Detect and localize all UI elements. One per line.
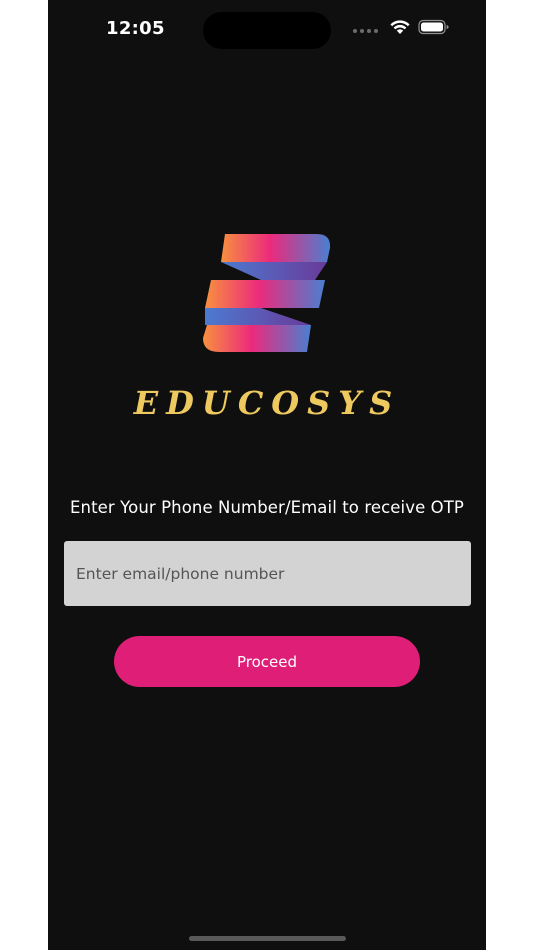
- email-phone-input[interactable]: [64, 541, 471, 606]
- signal-dots-icon: [353, 29, 378, 33]
- brand-name: EDUCOSYS: [133, 384, 401, 422]
- phone-screen: 12:05 EDUCOSYS Enter Your Phone Number/E…: [48, 0, 486, 950]
- battery-icon: [418, 19, 449, 35]
- home-indicator[interactable]: [189, 936, 346, 941]
- educosys-logo-icon: [203, 234, 331, 352]
- wifi-icon: [390, 19, 410, 34]
- status-time: 12:05: [106, 18, 165, 39]
- otp-prompt: Enter Your Phone Number/Email to receive…: [70, 498, 464, 517]
- dynamic-island: [203, 12, 331, 49]
- status-icons: [353, 19, 450, 35]
- proceed-button[interactable]: Proceed: [114, 636, 420, 687]
